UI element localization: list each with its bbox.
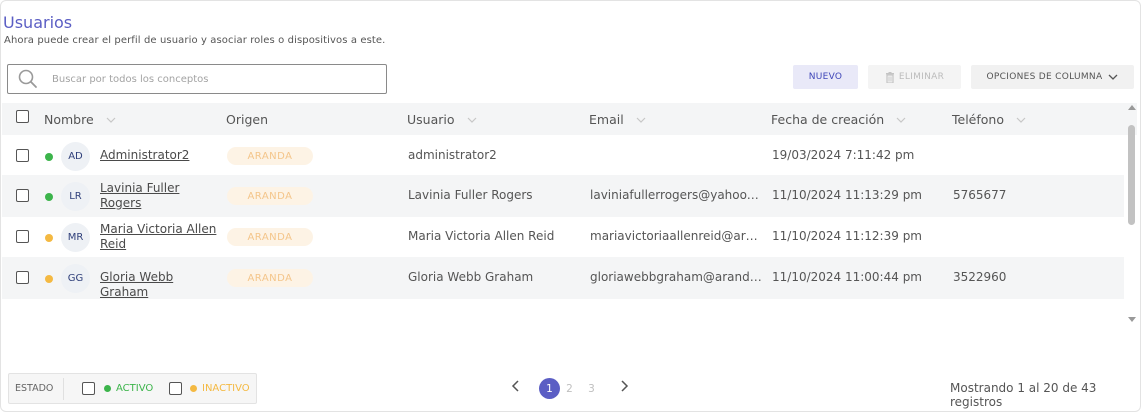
select-all-checkbox[interactable] xyxy=(16,110,29,123)
search-input[interactable] xyxy=(52,73,372,85)
page-3-button[interactable]: 3 xyxy=(581,378,602,399)
sort-chevron-icon[interactable] xyxy=(1016,117,1026,123)
delete-button-label: ELIMINAR xyxy=(898,72,945,82)
origin-badge: ARANDA xyxy=(227,187,313,205)
page-1-button[interactable]: 1 xyxy=(539,378,560,399)
search-box[interactable] xyxy=(7,64,387,94)
inactive-filter-label[interactable]: INACTIVO xyxy=(202,383,250,394)
page-title: Usuarios xyxy=(3,13,73,32)
cell-user: Lavinia Fuller Rogers xyxy=(408,188,533,202)
sort-chevron-icon[interactable] xyxy=(636,117,646,123)
inactive-filter-checkbox[interactable] xyxy=(169,382,182,395)
cell-user: Maria Victoria Allen Reid xyxy=(408,229,555,243)
cell-phone: 5765677 xyxy=(953,188,1007,202)
cell-email: mariavictoriaallenreid@aran... xyxy=(590,229,762,243)
cell-created: 11/10/2024 11:00:44 pm xyxy=(772,270,922,284)
sort-chevron-icon[interactable] xyxy=(896,117,906,123)
status-dot-active xyxy=(45,193,53,201)
new-button[interactable]: NUEVO xyxy=(793,65,858,89)
column-options-label: OPCIONES DE COLUMNA xyxy=(986,72,1103,82)
new-button-label: NUEVO xyxy=(808,72,843,82)
table-header: Nombre Origen Usuario Email Fecha de cre… xyxy=(2,103,1137,135)
search-icon xyxy=(18,69,37,88)
scroll-thumb[interactable] xyxy=(1128,125,1135,225)
user-name-link[interactable]: Maria Victoria Allen Reid xyxy=(100,222,220,252)
column-header-name[interactable]: Nombre xyxy=(44,112,116,127)
records-summary: Mostrando 1 al 20 de 43 registros xyxy=(950,381,1097,409)
avatar: GG xyxy=(61,264,90,293)
active-filter-checkbox[interactable] xyxy=(82,382,95,395)
table-row[interactable]: LR Lavinia Fuller Rogers ARANDA Lavinia … xyxy=(2,175,1124,217)
avatar: LR xyxy=(61,182,90,211)
avatar: AD xyxy=(61,142,90,171)
cell-user: Gloria Webb Graham xyxy=(408,270,534,284)
active-dot xyxy=(104,385,111,392)
cell-user: administrator2 xyxy=(408,148,497,162)
origin-badge: ARANDA xyxy=(227,228,313,246)
status-dot-inactive xyxy=(45,275,53,283)
table-row[interactable]: AD Administrator2 ARANDA administrator2 … xyxy=(2,135,1124,177)
sort-chevron-icon[interactable] xyxy=(467,117,477,123)
table-scrollbar[interactable] xyxy=(1125,103,1138,328)
page-2-button[interactable]: 2 xyxy=(559,378,580,399)
row-checkbox[interactable] xyxy=(16,149,29,162)
column-header-user[interactable]: Usuario xyxy=(407,112,477,127)
table-row[interactable]: MR Maria Victoria Allen Reid ARANDA Mari… xyxy=(2,216,1124,258)
row-checkbox[interactable] xyxy=(16,271,29,284)
chevron-left-icon[interactable] xyxy=(511,380,521,392)
cell-phone: 3522960 xyxy=(953,270,1007,284)
cell-created: 11/10/2024 11:13:29 pm xyxy=(772,188,922,202)
status-dot-inactive xyxy=(45,234,53,242)
row-checkbox[interactable] xyxy=(16,189,29,202)
column-header-phone[interactable]: Teléfono xyxy=(952,112,1026,127)
delete-button[interactable]: ELIMINAR xyxy=(868,65,961,89)
column-header-email[interactable]: Email xyxy=(589,112,646,127)
user-name-link[interactable]: Gloria Webb Graham xyxy=(100,270,220,300)
column-header-created[interactable]: Fecha de creación xyxy=(771,112,906,127)
users-panel: Usuarios Ahora puede crear el perfil de … xyxy=(0,0,1141,412)
active-filter-label[interactable]: ACTIVO xyxy=(116,383,153,394)
cell-email: laviniafullerrogers@yahoo.es xyxy=(590,188,762,202)
page-subtitle: Ahora puede crear el perfil de usuario y… xyxy=(4,35,386,46)
sort-chevron-icon[interactable] xyxy=(106,117,116,123)
cell-created: 11/10/2024 11:12:39 pm xyxy=(772,229,922,243)
cell-created: 19/03/2024 7:11:42 pm xyxy=(772,148,915,162)
column-options-button[interactable]: OPCIONES DE COLUMNA xyxy=(971,65,1134,89)
user-name-link[interactable]: Lavinia Fuller Rogers xyxy=(100,181,220,211)
column-header-origin: Origen xyxy=(226,112,268,127)
divider xyxy=(63,378,64,400)
user-name-link[interactable]: Administrator2 xyxy=(100,148,220,163)
trash-icon xyxy=(885,71,894,83)
status-filter-label: ESTADO xyxy=(15,383,54,394)
avatar: MR xyxy=(61,223,90,252)
origin-badge: ARANDA xyxy=(227,147,313,165)
table-row[interactable]: GG Gloria Webb Graham ARANDA Gloria Webb… xyxy=(2,257,1124,299)
status-dot-active xyxy=(45,153,53,161)
status-filter: ESTADO ACTIVO INACTIVO xyxy=(8,373,257,404)
chevron-down-icon xyxy=(1108,74,1118,80)
row-checkbox[interactable] xyxy=(16,230,29,243)
inactive-dot xyxy=(190,385,197,392)
chevron-right-icon[interactable] xyxy=(619,380,629,392)
scroll-down-arrow-icon[interactable] xyxy=(1128,317,1136,322)
cell-email: gloriawebbgraham@arandas... xyxy=(590,270,762,284)
origin-badge: ARANDA xyxy=(227,269,313,287)
scroll-up-arrow-icon[interactable] xyxy=(1128,105,1136,110)
